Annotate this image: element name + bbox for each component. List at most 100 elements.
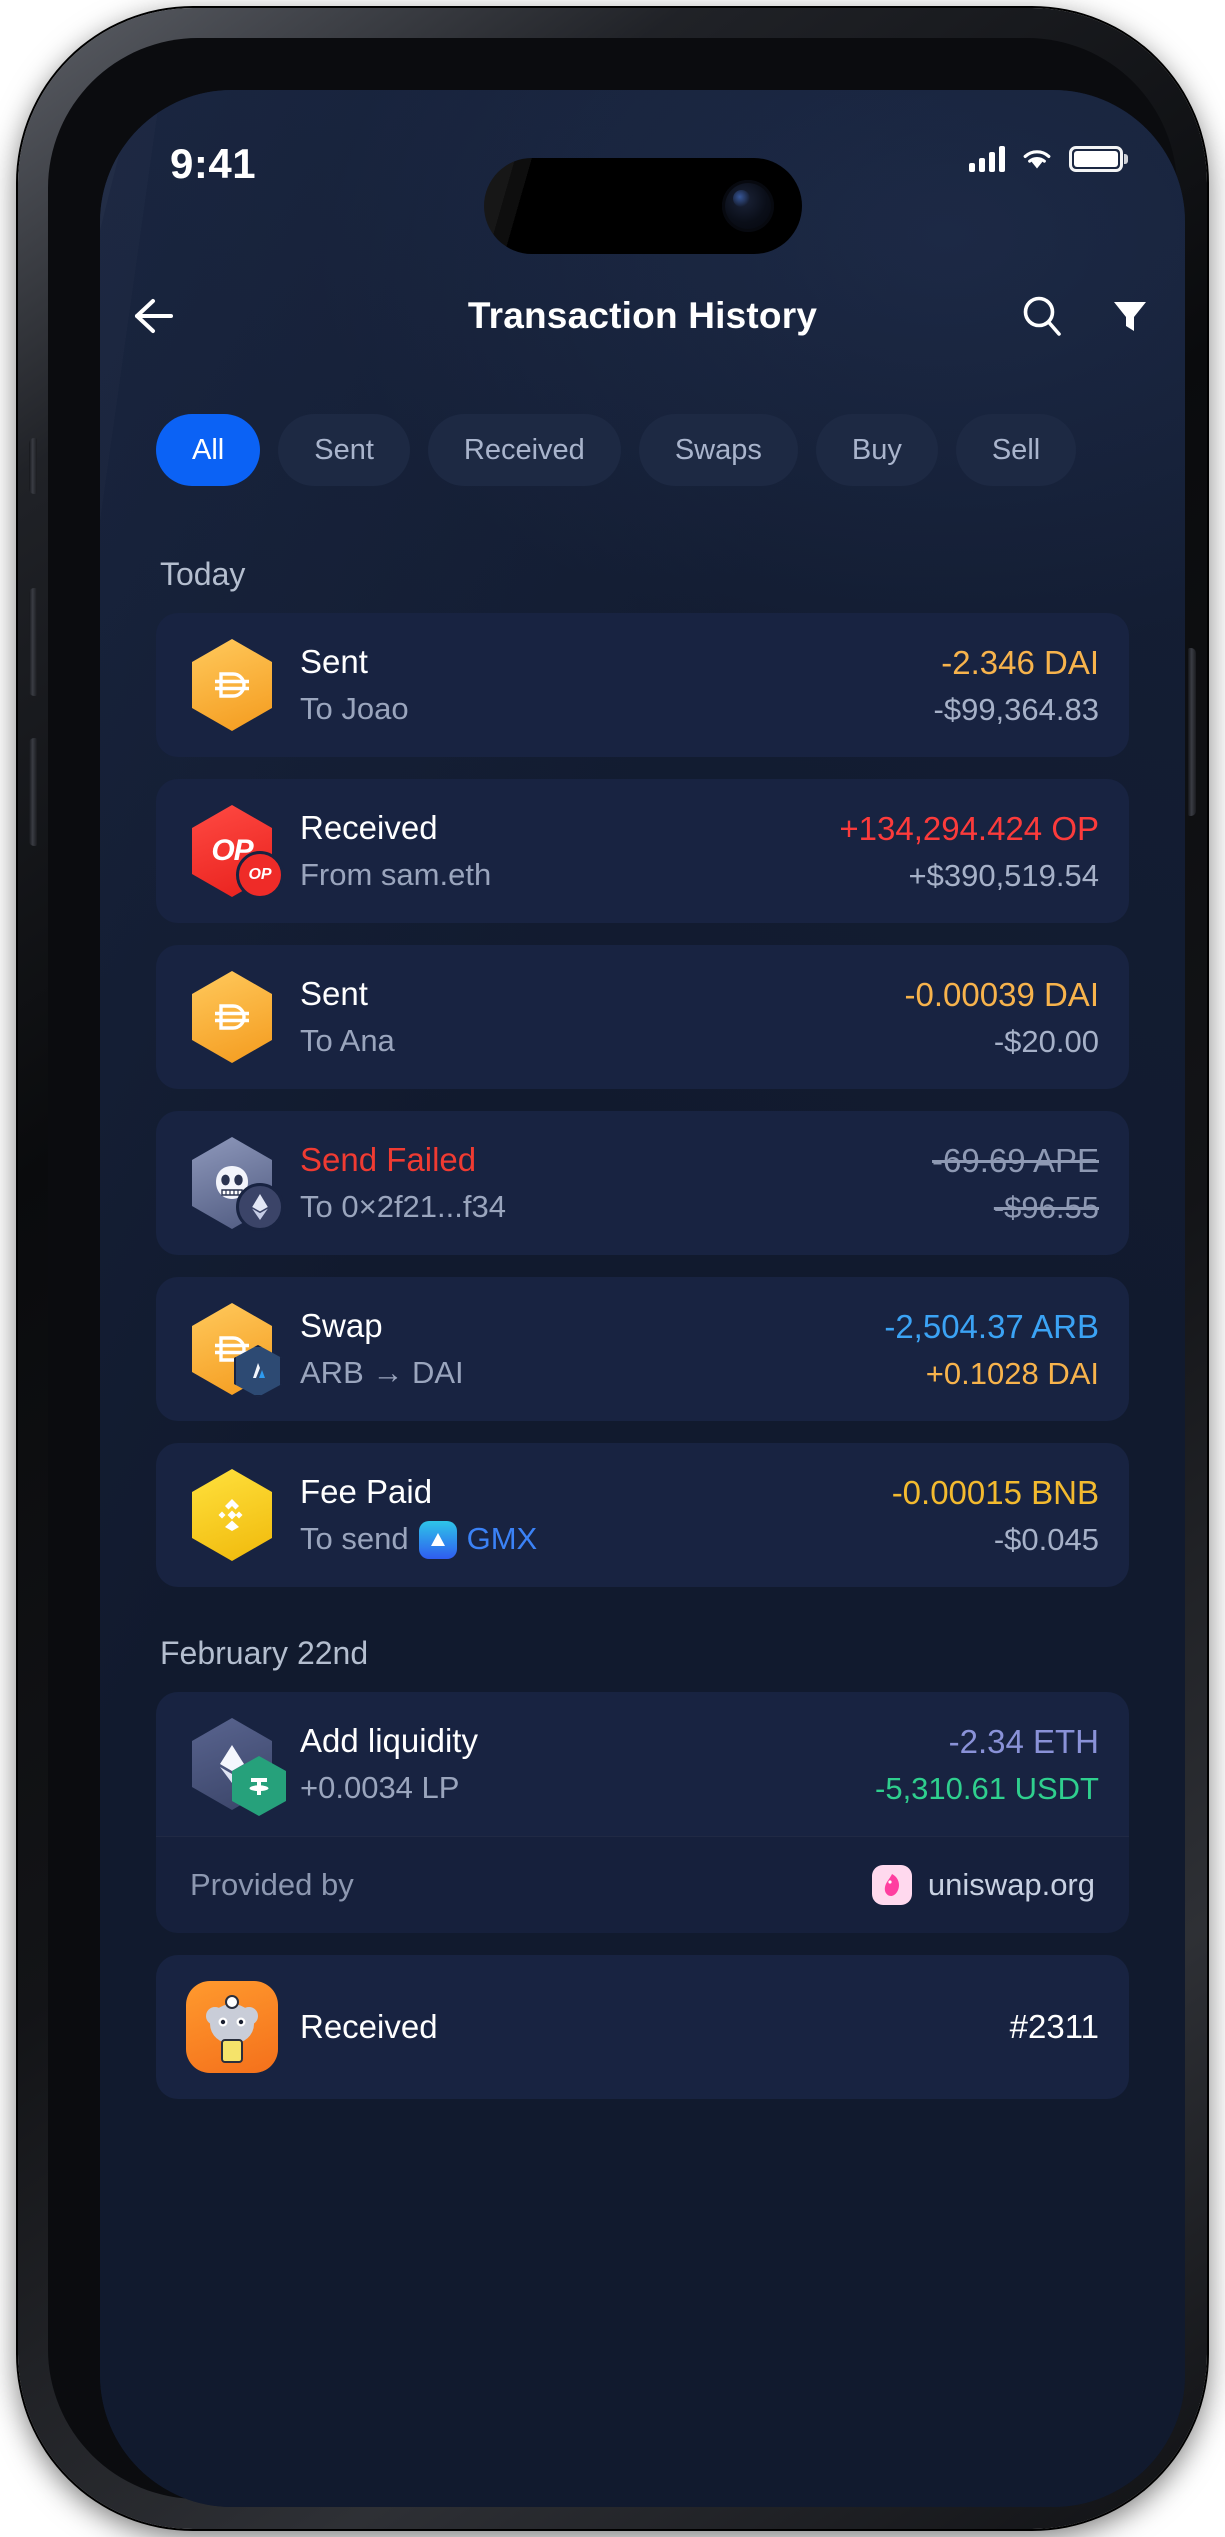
filter-chip-sell[interactable]: Sell — [955, 414, 1077, 486]
unicorn-glyph — [884, 1874, 899, 1896]
filter-chip-row[interactable]: All Sent Received Swaps Buy Sell — [100, 402, 1185, 498]
transaction-details: Send Failed To 0×2f21...f34 — [300, 1139, 932, 1227]
transaction-details: Swap ARB → DAI — [300, 1305, 884, 1393]
volume-down-button[interactable] — [29, 738, 37, 846]
transaction-amount: -0.00039 DAI — [904, 976, 1099, 1014]
volume-up-button[interactable] — [29, 588, 37, 696]
silent-switch[interactable] — [29, 438, 37, 494]
phone-frame: 9:41 Transaction History All Sent Receiv… — [18, 8, 1207, 2529]
header-actions — [1011, 285, 1161, 347]
phone-bezel: 9:41 Transaction History All Sent Receiv… — [48, 38, 1185, 2507]
transaction-title: Received — [300, 2008, 438, 2046]
transaction-title: Received — [300, 809, 438, 846]
transaction-details: Received — [300, 2006, 1010, 2047]
transaction-details: Fee Paid To send GMX — [300, 1471, 892, 1559]
ethereum-badge-icon — [236, 1183, 284, 1231]
dai-token-icon — [186, 1303, 282, 1397]
transaction-details: Add liquidity +0.0034 LP — [300, 1720, 875, 1808]
table-row[interactable]: Received #2311 — [156, 1955, 1129, 2099]
transaction-amount: -2.34 ETH — [948, 1723, 1099, 1761]
transaction-details: Received From sam.eth — [300, 807, 839, 895]
table-row[interactable]: Sent To Joao -2.346 DAI -$99,364.83 — [156, 613, 1129, 757]
power-button[interactable] — [1188, 648, 1196, 816]
provider-label: Provided by — [190, 1867, 354, 1902]
search-icon — [1023, 296, 1061, 336]
transaction-title: Fee Paid — [300, 1473, 433, 1510]
optimism-badge-icon: OP — [236, 851, 284, 899]
table-row[interactable]: Add liquidity +0.0034 LP -2.34 ETH -5,31… — [156, 1692, 1129, 1836]
transaction-subtitle: ARB → DAI — [300, 1355, 464, 1391]
tether-glyph — [249, 1778, 269, 1795]
filter-chip-swaps[interactable]: Swaps — [638, 414, 798, 486]
nft-token-id: #2311 — [1009, 2008, 1099, 2045]
phone-screen: 9:41 Transaction History All Sent Receiv… — [100, 90, 1185, 2507]
gmx-app-icon — [418, 1520, 457, 1559]
table-row[interactable]: OP OP Received From sam.eth +134,294.424… — [156, 779, 1129, 923]
nft-avatar-icon — [186, 1981, 278, 2073]
table-row[interactable]: Sent To Ana -0.00039 DAI -$20.00 — [156, 945, 1129, 1089]
ethereum-glyph — [252, 1194, 268, 1220]
transaction-amounts: -2.346 DAI -$99,364.83 — [934, 642, 1099, 727]
uniswap-logo-icon — [871, 1865, 912, 1905]
transaction-subtitle-prefix: To send — [300, 1521, 409, 1557]
filter-button[interactable] — [1099, 285, 1161, 347]
filter-chip-buy[interactable]: Buy — [815, 414, 938, 486]
bnb-token-icon — [186, 1469, 278, 1561]
transaction-fiat: +$390,519.54 — [908, 857, 1100, 893]
transaction-subtitle: +0.0034 LP — [300, 1770, 460, 1806]
transaction-title: Swap — [300, 1307, 383, 1344]
gmx-app-link[interactable]: GMX — [418, 1520, 538, 1559]
transaction-details: Sent To Ana — [300, 973, 905, 1061]
status-indicators — [969, 146, 1123, 172]
transaction-amount: -0.00015 BNB — [891, 1474, 1099, 1512]
arbitrum-glyph — [253, 1363, 265, 1378]
transaction-amount: +134,294.424 OP — [839, 810, 1099, 848]
transaction-secondary-amount: -5,310.61 USDT — [875, 1770, 1099, 1806]
transaction-amounts: -69.69 APE -$96.55 — [932, 1140, 1099, 1225]
search-button[interactable] — [1011, 285, 1073, 347]
group-header-february-22nd: February 22nd — [160, 1635, 369, 1671]
optimism-token-icon: OP OP — [186, 805, 284, 899]
dai-token-icon — [186, 971, 278, 1063]
app-header: Transaction History — [100, 256, 1185, 376]
ethereum-token-icon — [186, 1718, 286, 1816]
dai-glyph — [215, 1004, 249, 1030]
transaction-title: Sent — [300, 975, 368, 1012]
cellular-signal-icon — [969, 146, 1005, 172]
bnb-glyph — [218, 1499, 243, 1531]
transaction-amount: -69.69 APE — [932, 1142, 1099, 1180]
transaction-title: Sent — [300, 643, 368, 680]
status-time: 9:41 — [170, 140, 257, 187]
gmx-app-name: GMX — [466, 1521, 538, 1557]
provider-footer[interactable]: Provided by uniswap.org — [156, 1836, 1129, 1933]
gmx-glyph — [430, 1532, 445, 1546]
filter-funnel-icon — [1114, 302, 1146, 331]
transaction-subtitle: To 0×2f21...f34 — [300, 1189, 506, 1225]
transaction-fiat: -$0.045 — [993, 1521, 1099, 1557]
nft-character-glyph — [206, 1995, 258, 2063]
table-row[interactable]: Send Failed To 0×2f21...f34 -69.69 APE -… — [156, 1111, 1129, 1255]
transaction-fiat: -$20.00 — [993, 1023, 1099, 1059]
filter-chip-sent[interactable]: Sent — [278, 414, 410, 486]
provider-info[interactable]: uniswap.org — [871, 1865, 1095, 1905]
table-row[interactable]: Fee Paid To send GMX -0.00015 BNB -$0.04… — [156, 1443, 1129, 1587]
transaction-amounts: -0.00015 BNB -$0.045 — [892, 1472, 1099, 1557]
transaction-title: Send Failed — [300, 1141, 477, 1178]
transaction-fiat: -$96.55 — [993, 1189, 1099, 1225]
transaction-amounts: -0.00039 DAI -$20.00 — [905, 974, 1099, 1059]
transaction-amount: -2,504.37 ARB — [884, 1308, 1099, 1346]
transaction-secondary-amount: +0.1028 DAI — [925, 1355, 1099, 1391]
transaction-fiat: -$99,364.83 — [933, 691, 1099, 727]
dai-glyph — [215, 672, 249, 698]
filter-chip-all[interactable]: All — [156, 414, 261, 486]
transaction-list[interactable]: Today Sent To Joao -2.346 DAI -$99,364.8… — [100, 520, 1185, 2507]
transaction-subtitle: From sam.eth — [300, 857, 492, 893]
filter-chip-received[interactable]: Received — [427, 414, 621, 486]
table-row[interactable]: Swap ARB → DAI -2,504.37 ARB +0.1028 DAI — [156, 1277, 1129, 1421]
transaction-amounts: #2311 — [1010, 2008, 1099, 2046]
transaction-title: Add liquidity — [300, 1722, 478, 1759]
transaction-details: Sent To Joao — [300, 641, 934, 729]
transaction-subtitle: To Joao — [300, 691, 409, 727]
transaction-subtitle: To send GMX — [300, 1520, 878, 1559]
transaction-amounts: -2,504.37 ARB +0.1028 DAI — [884, 1306, 1099, 1391]
